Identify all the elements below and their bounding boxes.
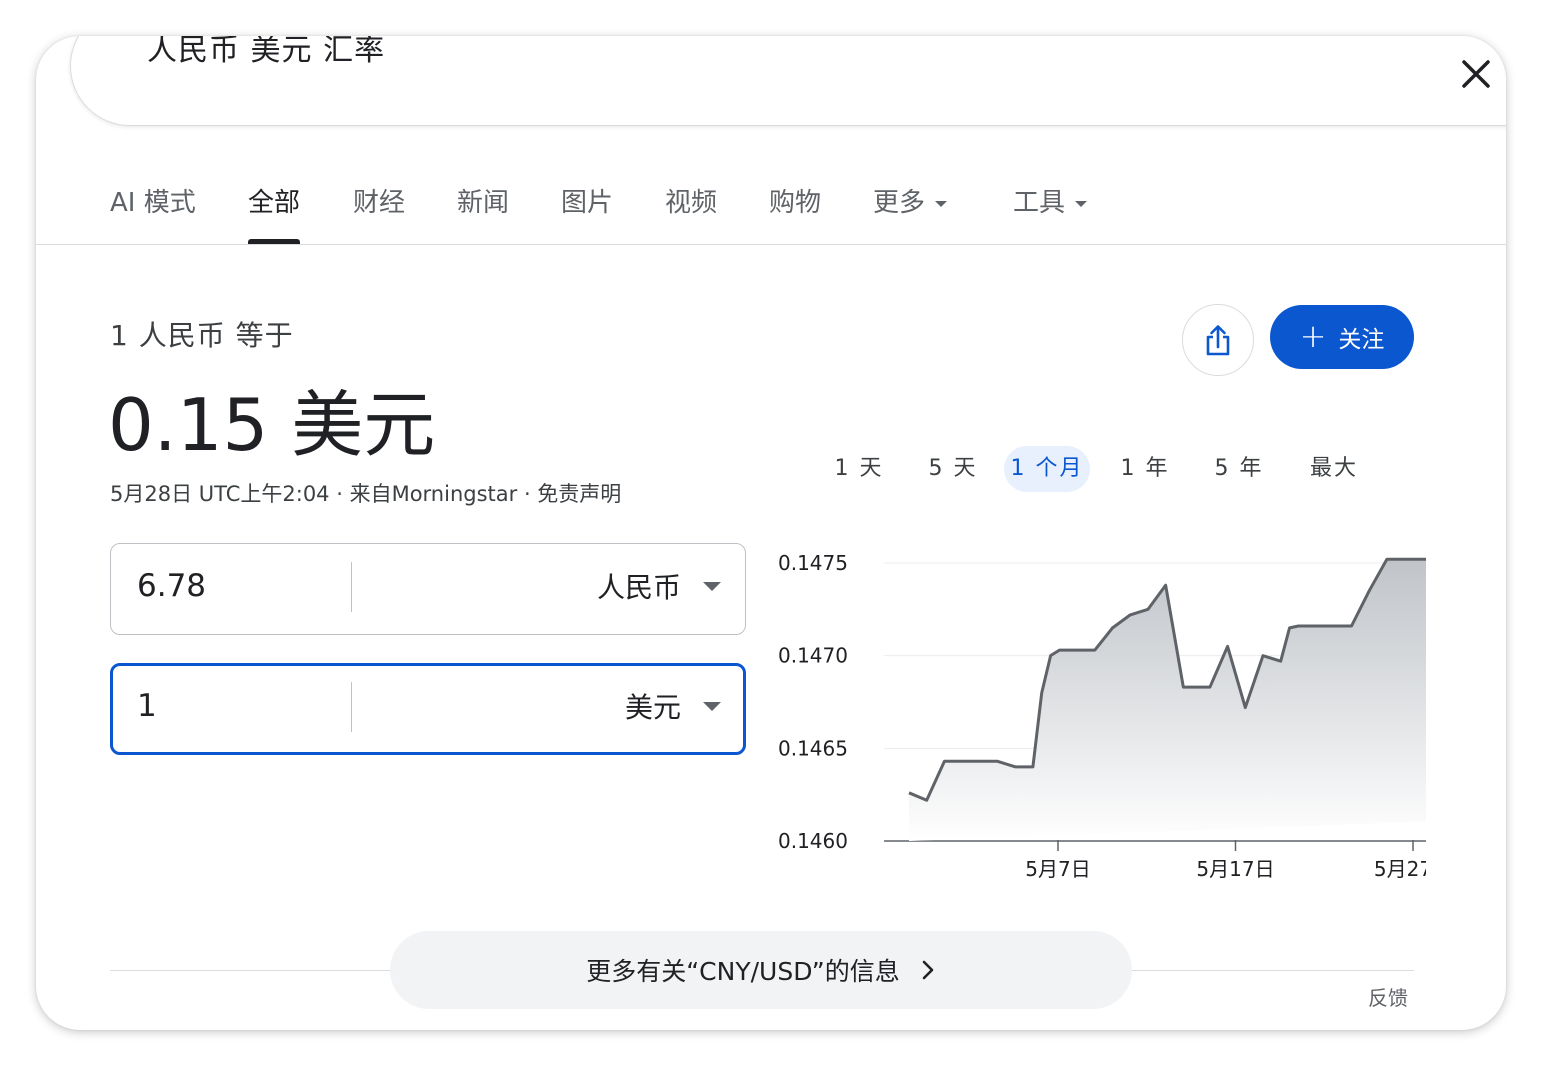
tab-news[interactable]: 新闻: [457, 186, 509, 244]
range-1-year[interactable]: 1 年: [1110, 446, 1180, 492]
tab-tools[interactable]: 工具: [1013, 186, 1088, 244]
tab-all[interactable]: 全部: [248, 186, 301, 244]
share-icon: [1206, 325, 1230, 356]
rate-value: 0.15 美元: [108, 383, 436, 467]
rate-meta: 5月28日 UTC上午2:04 · 来自Morningstar · 免责声明: [110, 482, 622, 506]
caret-down-icon: [1075, 200, 1088, 207]
x-tick-label: 5月7日: [1025, 857, 1090, 881]
from-currency-select[interactable]: 人民币: [597, 566, 681, 606]
chevron-down-icon[interactable]: [703, 582, 721, 591]
follow-button[interactable]: + 关注: [1270, 305, 1414, 369]
chevron-right-icon: [922, 960, 934, 980]
converter-divider: [351, 682, 352, 732]
search-query[interactable]: 人民币 美元 汇率: [147, 36, 385, 69]
y-tick-label: 0.1460: [778, 829, 848, 853]
range-1-month[interactable]: 1 个月: [1004, 446, 1090, 492]
share-button[interactable]: [1182, 304, 1254, 376]
to-amount-input[interactable]: 1: [137, 688, 157, 724]
search-bar[interactable]: 人民币 美元 汇率: [70, 36, 1506, 126]
close-icon[interactable]: [1456, 54, 1496, 94]
from-amount-input[interactable]: 6.78: [137, 568, 206, 604]
more-info-button[interactable]: 更多有关“CNY/USD”的信息: [390, 931, 1132, 1009]
tab-finance[interactable]: 财经: [353, 186, 405, 244]
x-tick-label: 5月27日: [1374, 857, 1426, 881]
x-tick-label: 5月17日: [1196, 857, 1274, 881]
tab-images[interactable]: 图片: [561, 186, 613, 244]
feedback-link[interactable]: 反馈: [1368, 982, 1408, 1011]
to-amount-box: 1 美元: [110, 663, 746, 755]
rate-from-label: 1 人民币 等于: [110, 319, 294, 352]
tab-shopping[interactable]: 购物: [769, 186, 821, 244]
range-5-days[interactable]: 5 天: [918, 446, 988, 492]
y-tick-label: 0.1470: [778, 644, 848, 668]
chevron-down-icon[interactable]: [703, 702, 721, 711]
follow-label: 关注: [1338, 327, 1385, 353]
tab-more[interactable]: 更多: [873, 186, 948, 244]
y-tick-label: 0.1465: [778, 736, 848, 760]
tabs-divider: [36, 244, 1506, 245]
range-1-day[interactable]: 1 天: [824, 446, 894, 492]
from-amount-box: 6.78 人民币: [110, 543, 746, 635]
range-max[interactable]: 最大: [1299, 446, 1369, 492]
tab-videos[interactable]: 视频: [665, 186, 717, 244]
caret-down-icon: [935, 200, 948, 207]
converter-divider: [351, 562, 352, 612]
y-tick-label: 0.1475: [778, 551, 848, 575]
rate-chart[interactable]: 0.1475 0.1470 0.1465 0.1460 5月7日 5月17日 5月27日: [766, 541, 1426, 901]
range-5-years[interactable]: 5 年: [1204, 446, 1274, 492]
plus-icon: +: [1299, 316, 1327, 355]
to-currency-select[interactable]: 美元: [625, 686, 681, 726]
more-info-label: 更多有关“CNY/USD”的信息: [586, 957, 900, 986]
tab-ai-mode[interactable]: AI 模式: [110, 186, 196, 244]
results-card: 人民币 美元 汇率 AI 模式 全部 财经 新闻 图片 视频 购物 更多 工具 …: [36, 36, 1506, 1030]
